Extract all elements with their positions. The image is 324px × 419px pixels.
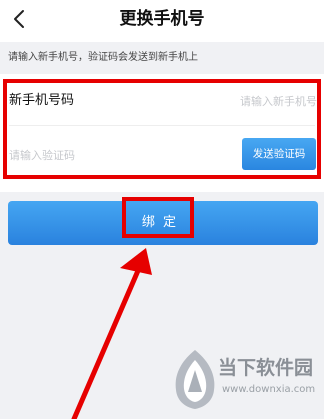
hint-text: 请输入新手机号，验证码会发送到新手机上 bbox=[8, 52, 198, 63]
verification-code-input[interactable] bbox=[9, 144, 149, 166]
watermark-name: 当下软件园 bbox=[218, 357, 314, 379]
watermark-url: www.downxia.com bbox=[222, 384, 316, 395]
send-code-button[interactable]: 发送验证码 bbox=[242, 138, 316, 170]
watermark-logo-icon bbox=[175, 350, 215, 409]
bind-button-label: 绑 定 bbox=[141, 215, 179, 230]
phone-input[interactable] bbox=[205, 90, 317, 112]
phone-label: 新手机号码 bbox=[9, 93, 75, 108]
divider bbox=[9, 125, 315, 126]
watermark: 当下软件园 www.downxia.com bbox=[166, 346, 316, 412]
navigation-bar: 更换手机号 bbox=[0, 0, 324, 42]
page-title: 更换手机号 bbox=[119, 9, 205, 29]
